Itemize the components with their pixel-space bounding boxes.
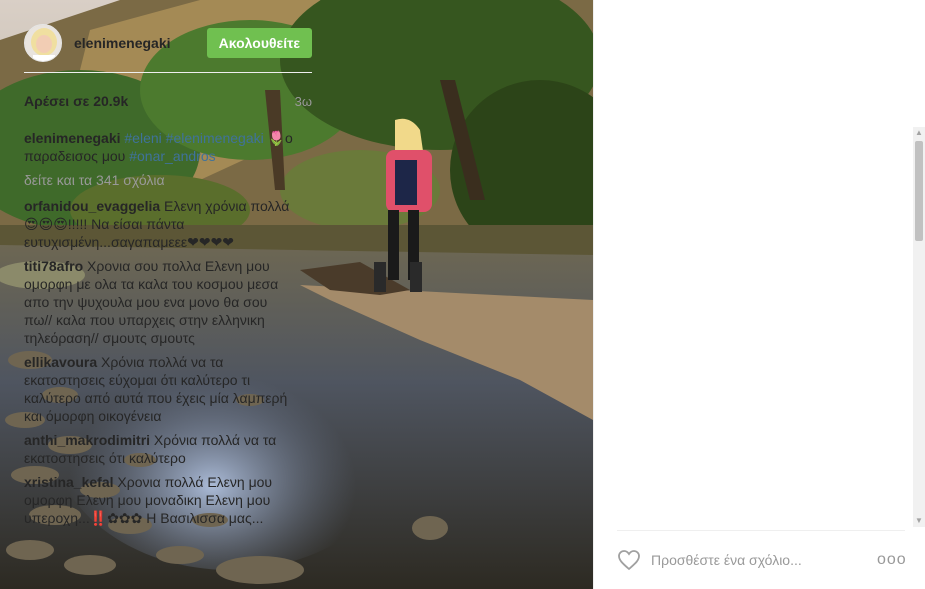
comment-item: xristina_kefal Χρονια πολλά Ελενη μου ομ… — [24, 473, 294, 527]
likes-count[interactable]: Αρέσει σε 20.9k — [24, 93, 128, 109]
comment-item: orfanidou_evaggelia Ελενη χρόνια πολλά😍😍… — [24, 197, 294, 251]
comment-item: titi78afro Χρονια σου πολλα Ελενη μου ομ… — [24, 257, 294, 347]
comments-scrollbar[interactable]: ▲ ▼ — [913, 127, 925, 527]
comment-item: ellikavoura Χρόνια πολλά να τα εκατοστησ… — [24, 353, 294, 425]
comment-username[interactable]: orfanidou_evaggelia — [24, 198, 160, 214]
hashtag[interactable]: #elenimenegaki — [166, 130, 264, 146]
likes-row: Αρέσει σε 20.9k 3ω — [24, 86, 312, 116]
avatar-image — [25, 24, 61, 61]
comment-username[interactable]: anthi_makrodimitri — [24, 432, 150, 448]
post-details-panel — [593, 0, 925, 589]
hashtag[interactable]: #eleni — [124, 130, 161, 146]
scroll-thumb[interactable] — [915, 141, 923, 241]
comment-username[interactable]: titi78afro — [24, 258, 83, 274]
post-header: elenimenegaki Ακολουθείτε — [24, 13, 312, 73]
hashtag[interactable]: #onar_andros — [129, 148, 215, 164]
load-more-comments[interactable]: δείτε και τα 341 σχόλια — [24, 171, 294, 189]
comment-username[interactable]: xristina_kefal — [24, 474, 114, 490]
scroll-up-arrow-icon[interactable]: ▲ — [913, 127, 925, 139]
comment-item: anthi_makrodimitri Χρόνια πολλά να τα εκ… — [24, 431, 294, 467]
more-options-icon[interactable]: ooo — [877, 551, 906, 569]
comment-username[interactable]: ellikavoura — [24, 354, 97, 370]
scroll-down-arrow-icon[interactable]: ▼ — [913, 515, 925, 527]
heart-outline-icon — [618, 550, 640, 571]
post-timestamp[interactable]: 3ω — [295, 94, 312, 109]
add-comment-input[interactable] — [651, 552, 877, 568]
caption-username[interactable]: elenimenegaki — [24, 130, 121, 146]
comment-bar: ooo — [617, 530, 906, 589]
comments-list: elenimenegaki #eleni #elenimenegaki 🌷ο π… — [24, 129, 294, 527]
following-button[interactable]: Ακολουθείτε — [206, 27, 312, 58]
heart-icon[interactable] — [617, 548, 641, 572]
caption: elenimenegaki #eleni #elenimenegaki 🌷ο π… — [24, 129, 294, 165]
username-link[interactable]: elenimenegaki — [74, 35, 207, 51]
avatar[interactable] — [24, 23, 62, 62]
